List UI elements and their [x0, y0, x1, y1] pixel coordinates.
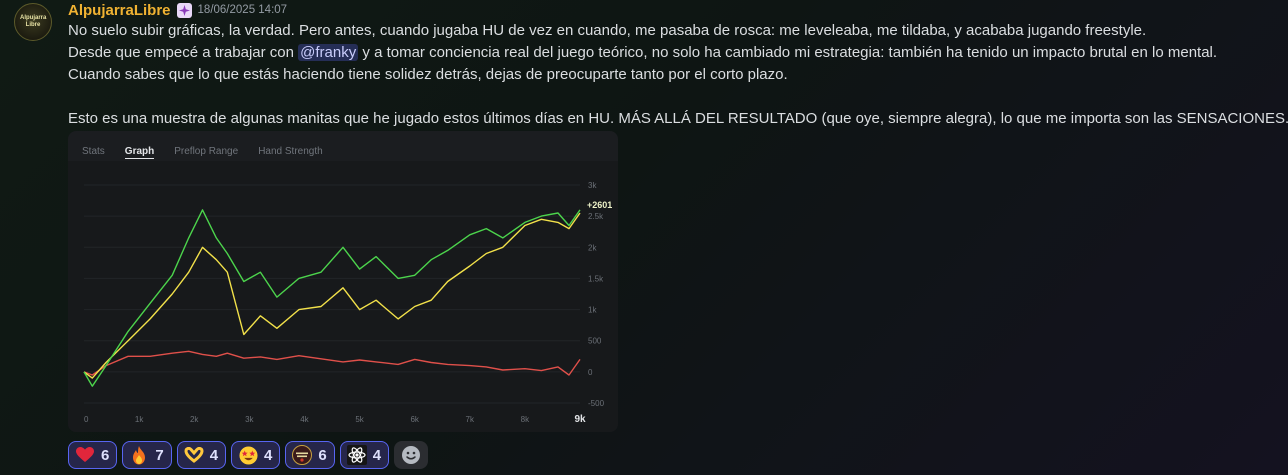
end-value-label: +2601	[587, 200, 612, 210]
message-line: Cuando sabes que lo que estás haciendo t…	[68, 66, 788, 83]
reaction-count: 4	[372, 446, 382, 464]
role-icon[interactable]	[176, 2, 192, 18]
graph-image-embed[interactable]: Stats Graph Preflop Range Hand Strength …	[68, 131, 618, 432]
reaction-count: 4	[264, 446, 273, 464]
avatar-logo-text: Alpujarra Libre	[20, 15, 47, 28]
y-tick-label: 2.5k	[588, 212, 604, 221]
message-line: No suelo subir gráficas, la verdad. Pero…	[68, 22, 1147, 39]
reaction-count: 6	[101, 446, 110, 464]
message-text: y a tomar conciencia real del juego teór…	[358, 44, 1218, 61]
reaction-star-struck[interactable]: 4	[231, 441, 281, 469]
x-tick-label: 9k	[574, 414, 586, 425]
fire-emoji-icon	[129, 445, 149, 465]
x-tick-label: 7k	[466, 415, 475, 424]
message-line: Desde que empecé a trabajar con @franky …	[68, 42, 1288, 64]
message-text: Desde que empecé a trabajar con	[68, 44, 299, 61]
x-tick-label: 2k	[190, 415, 199, 424]
reaction-count: 7	[155, 446, 164, 464]
add-reaction-smiley-icon	[402, 446, 421, 464]
reaction-count: 4	[209, 446, 219, 464]
y-tick-label: 1.5k	[588, 274, 604, 283]
reaction-heart[interactable]: 6	[68, 441, 118, 469]
reaction-heart-hands[interactable]: 4	[176, 441, 227, 469]
sparkle-icon	[178, 4, 190, 16]
heart-emoji-icon	[75, 445, 95, 465]
x-tick-label: 0	[84, 415, 89, 424]
y-tick-label: 3k	[588, 181, 597, 190]
message-line: Esto es una muestra de algunas manitas q…	[68, 110, 1288, 127]
atom-emoji-icon	[346, 445, 367, 465]
reaction-count: 6	[318, 446, 327, 464]
message-header: AlpujarraLibre 18/06/2025 14:07	[68, 1, 287, 19]
alpujarra-logo-emoji-icon	[292, 445, 313, 465]
heart-hands-emoji-icon	[184, 445, 204, 465]
y-tick-label: 1k	[588, 306, 597, 315]
star-struck-emoji-icon	[238, 445, 258, 465]
y-tick-label: 0	[588, 368, 593, 377]
message-body: No suelo subir gráficas, la verdad. Pero…	[68, 20, 1288, 130]
x-tick-label: 3k	[245, 415, 254, 424]
reaction-atom[interactable]: 4	[339, 441, 390, 469]
timestamp[interactable]: 18/06/2025 14:07	[198, 4, 288, 16]
add-reaction-button[interactable]	[394, 441, 429, 469]
avatar[interactable]: Alpujarra Libre	[14, 3, 52, 41]
profit-line-chart: 3k 2.5k 2k 1.5k 1k 500 0 -500 0 1k 2k 3k 4k 5k 6k 7k 8k 9…	[68, 161, 618, 432]
x-tick-label: 5k	[355, 415, 364, 424]
user-mention[interactable]: @franky	[298, 44, 359, 61]
reactions-bar: 6 7 4 4 6 4	[68, 441, 429, 469]
reaction-fire[interactable]: 7	[122, 441, 172, 469]
y-tick-label: 500	[588, 337, 602, 346]
plot-area	[68, 161, 618, 432]
username[interactable]: AlpujarraLibre	[68, 2, 171, 19]
x-tick-label: 4k	[300, 415, 309, 424]
reaction-alpujarra-logo[interactable]: 6	[285, 441, 335, 469]
y-tick-label: 2k	[588, 243, 597, 252]
y-tick-label: -500	[588, 399, 605, 408]
x-tick-label: 6k	[410, 415, 419, 424]
x-tick-label: 1k	[135, 415, 144, 424]
x-tick-label: 8k	[521, 415, 530, 424]
